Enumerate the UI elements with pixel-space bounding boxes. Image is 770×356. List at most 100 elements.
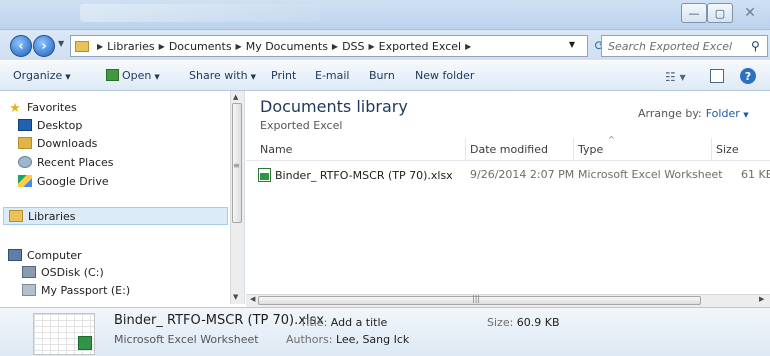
chevron-down-icon: ▼ — [154, 73, 160, 81]
change-view-icon[interactable]: ☷ ▾ — [665, 70, 686, 84]
open-button[interactable]: Open ▼ — [106, 69, 160, 82]
maximize-button[interactable]: ▢ — [707, 3, 733, 23]
sidebar-item-recent-places[interactable]: Recent Places — [18, 153, 114, 171]
details-pane: Binder_ RTFO-MSCR (TP 70).xlsx Microsoft… — [0, 307, 770, 356]
sidebar-item-label: OSDisk (C:) — [41, 265, 104, 279]
command-bar: Organize ▼ Open ▼ Share with ▼ Print E-mail… — [0, 60, 770, 91]
details-file-type: Microsoft Excel Worksheet — [114, 333, 259, 346]
chevron-right-icon[interactable]: ▶ — [465, 42, 471, 51]
breadcrumb-dss[interactable]: DSS — [342, 40, 364, 53]
open-label: Open — [122, 69, 152, 82]
title-bar: — ▢ ✕ — [0, 0, 770, 30]
file-size-cell: 61 KB — [741, 168, 770, 181]
column-header-name[interactable]: Name — [256, 138, 466, 160]
scroll-right-icon[interactable]: ▶ — [759, 295, 764, 303]
close-button[interactable]: ✕ — [734, 3, 766, 23]
share-with-label: Share with — [189, 69, 248, 82]
computer-icon — [8, 249, 22, 261]
excel-open-icon — [106, 69, 119, 81]
search-placeholder: Search Exported Excel — [608, 39, 733, 53]
back-button[interactable]: ‹ — [10, 35, 32, 57]
recent-places-icon — [18, 156, 32, 168]
arrange-by-value: Folder — [705, 107, 740, 120]
sidebar-item-label: Google Drive — [37, 174, 109, 188]
chevron-right-icon[interactable]: ▶ — [159, 42, 165, 51]
search-icon[interactable]: ⚲ — [751, 39, 767, 53]
scroll-up-icon[interactable]: ▲ — [233, 93, 238, 101]
chevron-right-icon[interactable]: ▶ — [332, 42, 338, 51]
excel-file-icon — [258, 168, 271, 182]
print-button[interactable]: Print — [271, 69, 296, 82]
share-with-button[interactable]: Share with ▼ — [189, 69, 256, 82]
sort-ascending-icon: ^ — [608, 135, 615, 144]
star-icon: ★ — [9, 101, 21, 116]
column-header-type[interactable]: Type — [574, 138, 712, 160]
file-list-pane: Documents library Exported Excel Arrange… — [246, 91, 770, 294]
chevron-right-icon[interactable]: ▶ — [97, 42, 103, 51]
sidebar-item-label: Computer — [27, 248, 82, 262]
breadcrumb-documents[interactable]: Documents — [169, 40, 232, 53]
column-header-size[interactable]: Size — [712, 138, 770, 160]
sidebar-item-favorites[interactable]: ★ Favorites — [8, 98, 77, 117]
sidebar-item-my-passport[interactable]: My Passport (E:) — [22, 281, 130, 299]
library-title: Documents library — [260, 97, 408, 116]
scroll-down-icon[interactable]: ▼ — [233, 293, 238, 301]
details-authors: Authors: Lee, Sang Ick — [286, 333, 409, 346]
size-label: Size: — [487, 316, 514, 329]
address-row: ‹ › ▼ ▶ Libraries ▶ Documents ▶ My Docum… — [0, 30, 770, 60]
sidebar-item-downloads[interactable]: Downloads — [18, 134, 97, 152]
chevron-down-icon: ▼ — [65, 73, 71, 81]
authors-value-field[interactable]: Lee, Sang Ick — [336, 333, 409, 346]
organize-button[interactable]: Organize ▼ — [13, 69, 71, 82]
header-divider — [246, 160, 770, 161]
external-drive-icon — [22, 284, 36, 296]
chevron-right-icon[interactable]: ▶ — [236, 42, 242, 51]
disk-icon — [22, 266, 36, 278]
scroll-left-icon[interactable]: ◀ — [250, 295, 255, 303]
sidebar-item-label: Recent Places — [37, 155, 114, 169]
table-row[interactable]: Binder_ RTFO-MSCR (TP 70).xlsx 9/26/2014… — [252, 165, 770, 185]
navigation-pane: ★ Favorites Desktop Downloads Recent Pla… — [0, 91, 245, 304]
details-title: Title: Add a title — [300, 316, 387, 329]
email-button[interactable]: E-mail — [315, 69, 350, 82]
title-value-field[interactable]: Add a title — [331, 316, 388, 329]
title-bar-blur — [80, 4, 320, 22]
scroll-grip-icon: ≡ — [233, 161, 240, 170]
sidebar-item-libraries[interactable]: Libraries — [3, 207, 228, 225]
breadcrumb-libraries[interactable]: Libraries — [107, 40, 155, 53]
details-file-name: Binder_ RTFO-MSCR (TP 70).xlsx — [114, 313, 324, 328]
file-name-cell: Binder_ RTFO-MSCR (TP 70).xlsx — [258, 168, 453, 182]
breadcrumb-my-documents[interactable]: My Documents — [246, 40, 328, 53]
breadcrumb-exported-excel[interactable]: Exported Excel — [379, 40, 461, 53]
google-drive-icon — [18, 175, 32, 187]
burn-button[interactable]: Burn — [369, 69, 395, 82]
help-icon[interactable]: ? — [740, 68, 756, 84]
downloads-icon — [18, 137, 32, 149]
details-size: Size: 60.9 KB — [487, 316, 560, 329]
chevron-down-icon: ▼ — [250, 73, 256, 81]
search-input[interactable]: Search Exported Excel ⚲ — [601, 35, 768, 57]
desktop-icon — [18, 119, 32, 131]
authors-label: Authors: — [286, 333, 333, 346]
folder-icon — [75, 40, 89, 52]
sidebar-item-label: Desktop — [37, 118, 83, 132]
column-header-date-modified[interactable]: Date modified — [466, 138, 574, 160]
sidebar-item-osdisk[interactable]: OSDisk (C:) — [22, 263, 104, 281]
recent-pages-dropdown[interactable]: ▼ — [58, 39, 64, 48]
sidebar-item-computer[interactable]: Computer — [8, 246, 82, 264]
arrange-by-label: Arrange by: — [638, 107, 702, 120]
sidebar-item-label: Downloads — [37, 136, 98, 150]
preview-pane-icon[interactable] — [710, 69, 724, 83]
chevron-right-icon[interactable]: ▶ — [369, 42, 375, 51]
address-bar[interactable]: ▶ Libraries ▶ Documents ▶ My Documents ▶… — [70, 35, 588, 57]
new-folder-button[interactable]: New folder — [415, 69, 474, 82]
address-dropdown-icon[interactable]: ▼ — [565, 36, 579, 52]
minimize-button[interactable]: — — [681, 3, 707, 23]
sidebar-item-desktop[interactable]: Desktop — [18, 116, 82, 134]
file-date-cell: 9/26/2014 2:07 PM — [470, 168, 575, 181]
forward-button[interactable]: › — [33, 35, 55, 57]
arrange-by-dropdown[interactable]: Folder ▼ — [706, 107, 749, 120]
scroll-grip-icon: ||| — [472, 294, 481, 303]
sidebar-item-google-drive[interactable]: Google Drive — [18, 172, 109, 190]
sidebar-item-label: Libraries — [28, 209, 76, 223]
